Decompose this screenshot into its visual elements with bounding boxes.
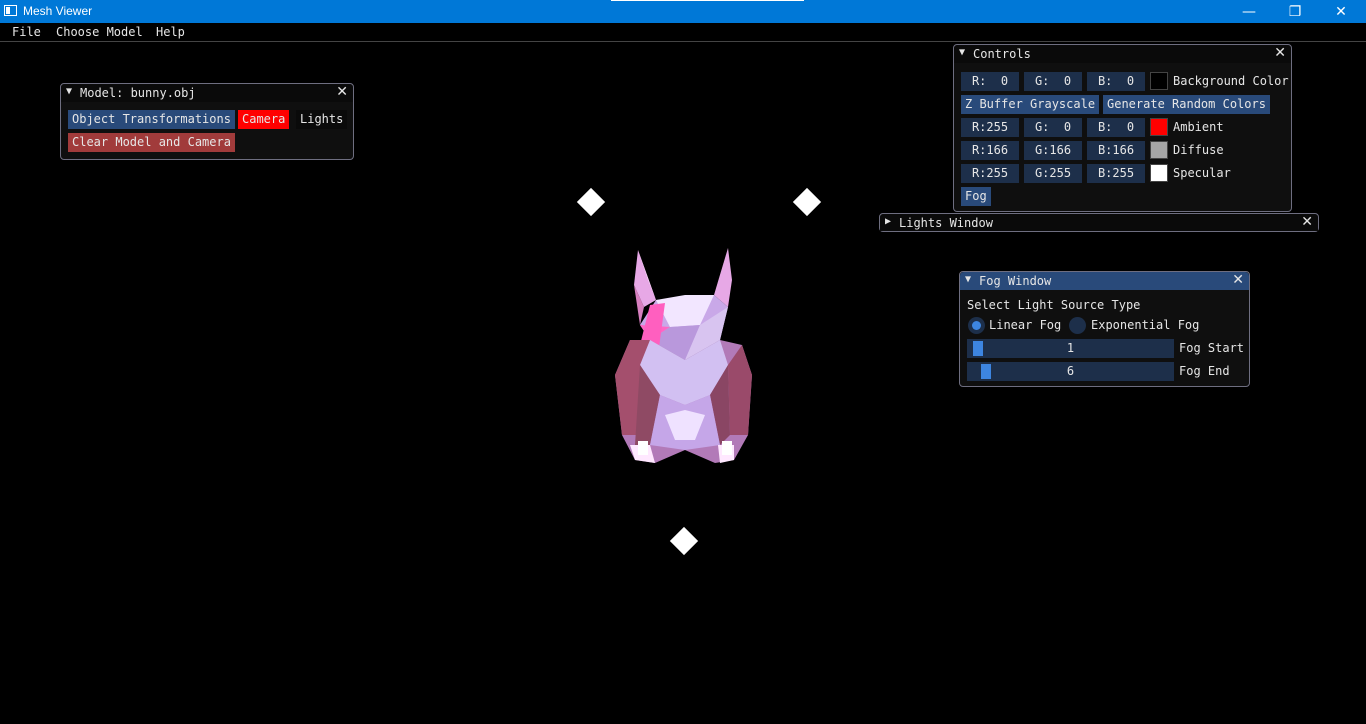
specular-g-field[interactable]: G:255 (1024, 164, 1082, 183)
diffuse-g-field[interactable]: G:166 (1024, 141, 1082, 160)
specular-color-swatch[interactable] (1150, 164, 1168, 182)
specular-b-field[interactable]: B:255 (1087, 164, 1145, 183)
diffuse-label: Diffuse (1173, 143, 1224, 157)
model-window-title: Model: bunny.obj (80, 86, 196, 100)
fog-end-slider[interactable]: 6 (967, 362, 1174, 381)
controls-window: ▼ Controls ✕ R: 0 G: 0 B: 0 Background C… (953, 44, 1292, 212)
fog-type-heading: Select Light Source Type (967, 298, 1141, 312)
close-icon[interactable]: ✕ (1232, 272, 1244, 288)
ambient-label: Ambient (1173, 120, 1224, 134)
close-icon[interactable]: ✕ (1301, 214, 1313, 230)
title-accent (611, 0, 804, 1)
fog-button[interactable]: Fog (961, 187, 991, 206)
ambient-g-field[interactable]: G: 0 (1024, 118, 1082, 137)
menu-bar: File Choose Model Help (0, 23, 1366, 42)
diffuse-r-field[interactable]: R:166 (961, 141, 1019, 160)
diffuse-color-swatch[interactable] (1150, 141, 1168, 159)
diffuse-b-field[interactable]: B:166 (1087, 141, 1145, 160)
background-r-field[interactable]: R: 0 (961, 72, 1019, 91)
camera-tab[interactable]: Camera (238, 110, 290, 129)
light-marker[interactable] (792, 187, 822, 217)
exponential-fog-label[interactable]: Exponential Fog (1091, 316, 1199, 335)
minimize-button[interactable]: — (1226, 0, 1272, 23)
fog-start-label: Fog Start (1179, 341, 1245, 355)
model-window: ▼ Model: bunny.obj ✕ Object Transformati… (60, 83, 354, 160)
background-color-swatch[interactable] (1150, 72, 1168, 90)
fog-start-value: 1 (1066, 341, 1075, 355)
light-marker[interactable] (576, 187, 606, 217)
collapse-arrow-icon[interactable]: ▼ (965, 274, 971, 285)
specular-r-field[interactable]: R:255 (961, 164, 1019, 183)
exponential-fog-radio[interactable] (1069, 317, 1086, 334)
background-color-label: Background Color (1173, 74, 1289, 88)
fog-end-value: 6 (1066, 364, 1075, 378)
linear-fog-label[interactable]: Linear Fog (989, 316, 1061, 335)
ambient-b-field[interactable]: B: 0 (1087, 118, 1145, 137)
ambient-color-swatch[interactable] (1150, 118, 1168, 136)
generate-random-colors-button[interactable]: Generate Random Colors (1103, 95, 1270, 114)
model-window-titlebar[interactable]: ▼ Model: bunny.obj ✕ (61, 84, 353, 102)
lights-tab[interactable]: Lights (296, 110, 348, 129)
clear-model-camera-button[interactable]: Clear Model and Camera (68, 133, 235, 152)
object-transformations-tab[interactable]: Object Transformations (68, 110, 235, 129)
ambient-r-field[interactable]: R:255 (961, 118, 1019, 137)
close-icon[interactable]: ✕ (1274, 45, 1286, 61)
controls-titlebar[interactable]: ▼ Controls ✕ (954, 45, 1291, 63)
linear-fog-radio[interactable] (968, 317, 985, 334)
fog-window: ▼ Fog Window ✕ Select Light Source Type … (959, 271, 1250, 387)
fog-window-titlebar[interactable]: ▼ Fog Window ✕ (960, 272, 1249, 290)
background-b-field[interactable]: B: 0 (1087, 72, 1145, 91)
lights-window-title: Lights Window (899, 216, 993, 230)
bunny-mesh-render[interactable] (610, 245, 760, 467)
background-g-field[interactable]: G: 0 (1024, 72, 1082, 91)
lights-window: ▶ Lights Window ✕ (879, 213, 1319, 232)
expand-arrow-icon[interactable]: ▶ (885, 216, 891, 227)
menu-help[interactable]: Help (156, 25, 185, 39)
restore-button[interactable]: ❐ (1272, 0, 1318, 23)
lights-window-titlebar[interactable]: ▶ Lights Window ✕ (880, 214, 1318, 231)
window-title: Mesh Viewer (23, 4, 93, 18)
app-icon (4, 5, 17, 16)
z-buffer-grayscale-button[interactable]: Z Buffer Grayscale (961, 95, 1100, 114)
menu-choose-model[interactable]: Choose Model (56, 25, 143, 39)
close-button[interactable]: ✕ (1318, 0, 1364, 23)
collapse-arrow-icon[interactable]: ▼ (959, 47, 965, 58)
collapse-arrow-icon[interactable]: ▼ (66, 86, 72, 97)
title-bar: Mesh Viewer — ❐ ✕ (0, 0, 1366, 23)
fog-window-title: Fog Window (979, 274, 1052, 288)
light-marker[interactable] (669, 526, 699, 556)
fog-start-slider[interactable]: 1 (967, 339, 1174, 358)
specular-label: Specular (1173, 166, 1231, 180)
fog-end-label: Fog End (1179, 364, 1230, 378)
menu-file[interactable]: File (12, 25, 41, 39)
close-icon[interactable]: ✕ (336, 84, 348, 100)
controls-title: Controls (973, 47, 1031, 61)
